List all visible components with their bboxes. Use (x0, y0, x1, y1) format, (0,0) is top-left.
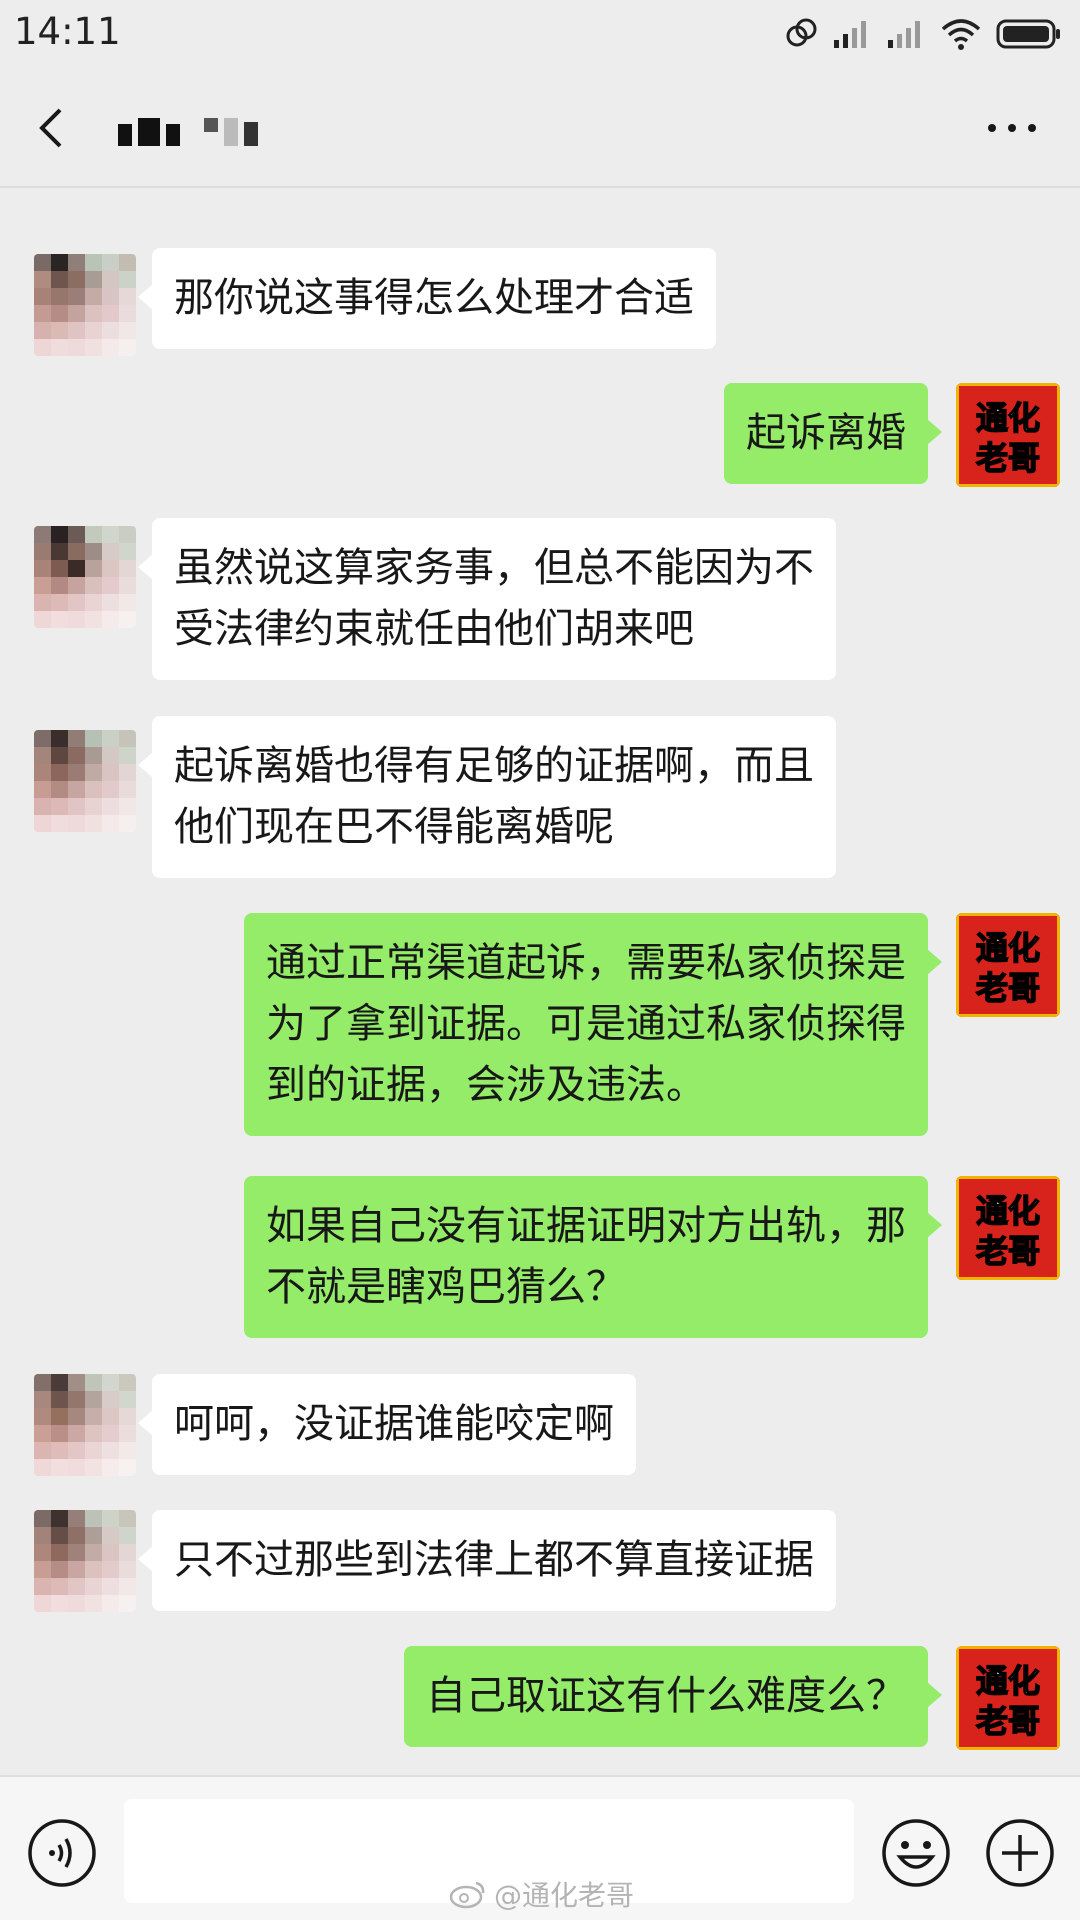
message-bubble-outgoing[interactable]: 如果自己没有证据证明对方出轨，那 不就是瞎鸡巴猜么？ (244, 1176, 942, 1338)
voice-button[interactable] (26, 1817, 98, 1889)
svg-text:通化: 通化 (976, 929, 1040, 967)
my-avatar[interactable]: 通化 老哥 (956, 913, 1060, 1017)
battery-icon (996, 19, 1060, 49)
watermark-text: @通化老哥 (494, 1879, 635, 1912)
emoji-button[interactable] (880, 1817, 952, 1889)
my-avatar[interactable]: 通化 老哥 (956, 1176, 1060, 1280)
message-bubble-incoming[interactable]: 起诉离婚也得有足够的证据啊，而且 他们现在巴不得能离婚呢 (138, 716, 836, 878)
contact-avatar[interactable] (34, 254, 136, 356)
message-bubble-outgoing[interactable]: 通过正常渠道起诉，需要私家侦探是 为了拿到证据。可是通过私家侦探得 到的证据，会… (244, 913, 942, 1136)
message-bubble-incoming[interactable]: 虽然说这算家务事，但总不能因为不 受法律约束就任由他们胡来吧 (138, 518, 836, 680)
more-dots-icon (988, 124, 1036, 132)
svg-text:老哥: 老哥 (976, 1702, 1040, 1740)
svg-text:老哥: 老哥 (976, 969, 1040, 1007)
contact-avatar[interactable] (34, 1374, 136, 1476)
more-actions-button[interactable] (984, 1817, 1056, 1889)
svg-text:老哥: 老哥 (976, 439, 1040, 477)
back-button[interactable] (28, 98, 88, 158)
tonghua-laoge-logo: 通化老哥 (956, 913, 1060, 1017)
status-time: 14:11 (14, 10, 121, 53)
my-avatar[interactable]: 通化 老哥 (956, 383, 1060, 487)
weibo-logo-icon (449, 1881, 485, 1909)
contact-name-redacted[interactable] (118, 118, 258, 146)
tonghua-laoge-logo: 通化老哥 (956, 1646, 1060, 1750)
message-bubble-incoming[interactable]: 只不过那些到法律上都不算直接证据 (138, 1510, 836, 1611)
contact-avatar[interactable] (34, 1510, 136, 1612)
message-bubble-incoming[interactable]: 那你说这事得怎么处理才合适 (138, 248, 716, 349)
cell-signal-2-icon (888, 21, 920, 48)
message-bubble-outgoing[interactable]: 自己取证这有什么难度么？ (404, 1646, 942, 1747)
tonghua-laoge-logo: 通化老哥 (956, 1176, 1060, 1280)
message-bubble-outgoing[interactable]: 起诉离婚 (724, 383, 942, 484)
status-icons (784, 14, 1062, 54)
svg-text:通化: 通化 (976, 1662, 1040, 1700)
svg-text:通化: 通化 (976, 1192, 1040, 1230)
status-bar: 14:11 (0, 0, 1080, 68)
back-chevron-icon (39, 108, 62, 148)
title-bar (0, 68, 1080, 188)
voice-icon (28, 1819, 96, 1887)
contact-avatar[interactable] (34, 526, 136, 628)
tonghua-laoge-logo: 通化老哥 (956, 383, 1060, 487)
more-button[interactable] (982, 98, 1042, 158)
my-avatar[interactable]: 通化 老哥 (956, 1646, 1060, 1750)
message-bubble-incoming[interactable]: 呵呵，没证据谁能咬定啊 (138, 1374, 636, 1475)
svg-text:老哥: 老哥 (976, 1232, 1040, 1270)
svg-text:通化: 通化 (976, 399, 1040, 437)
contact-avatar[interactable] (34, 730, 136, 832)
link-icon (786, 18, 817, 47)
weibo-watermark: @通化老哥 (448, 1874, 634, 1914)
wifi-icon (941, 19, 981, 50)
cell-signal-icon (834, 21, 866, 48)
plus-icon (986, 1819, 1054, 1887)
emoji-icon (882, 1819, 950, 1887)
